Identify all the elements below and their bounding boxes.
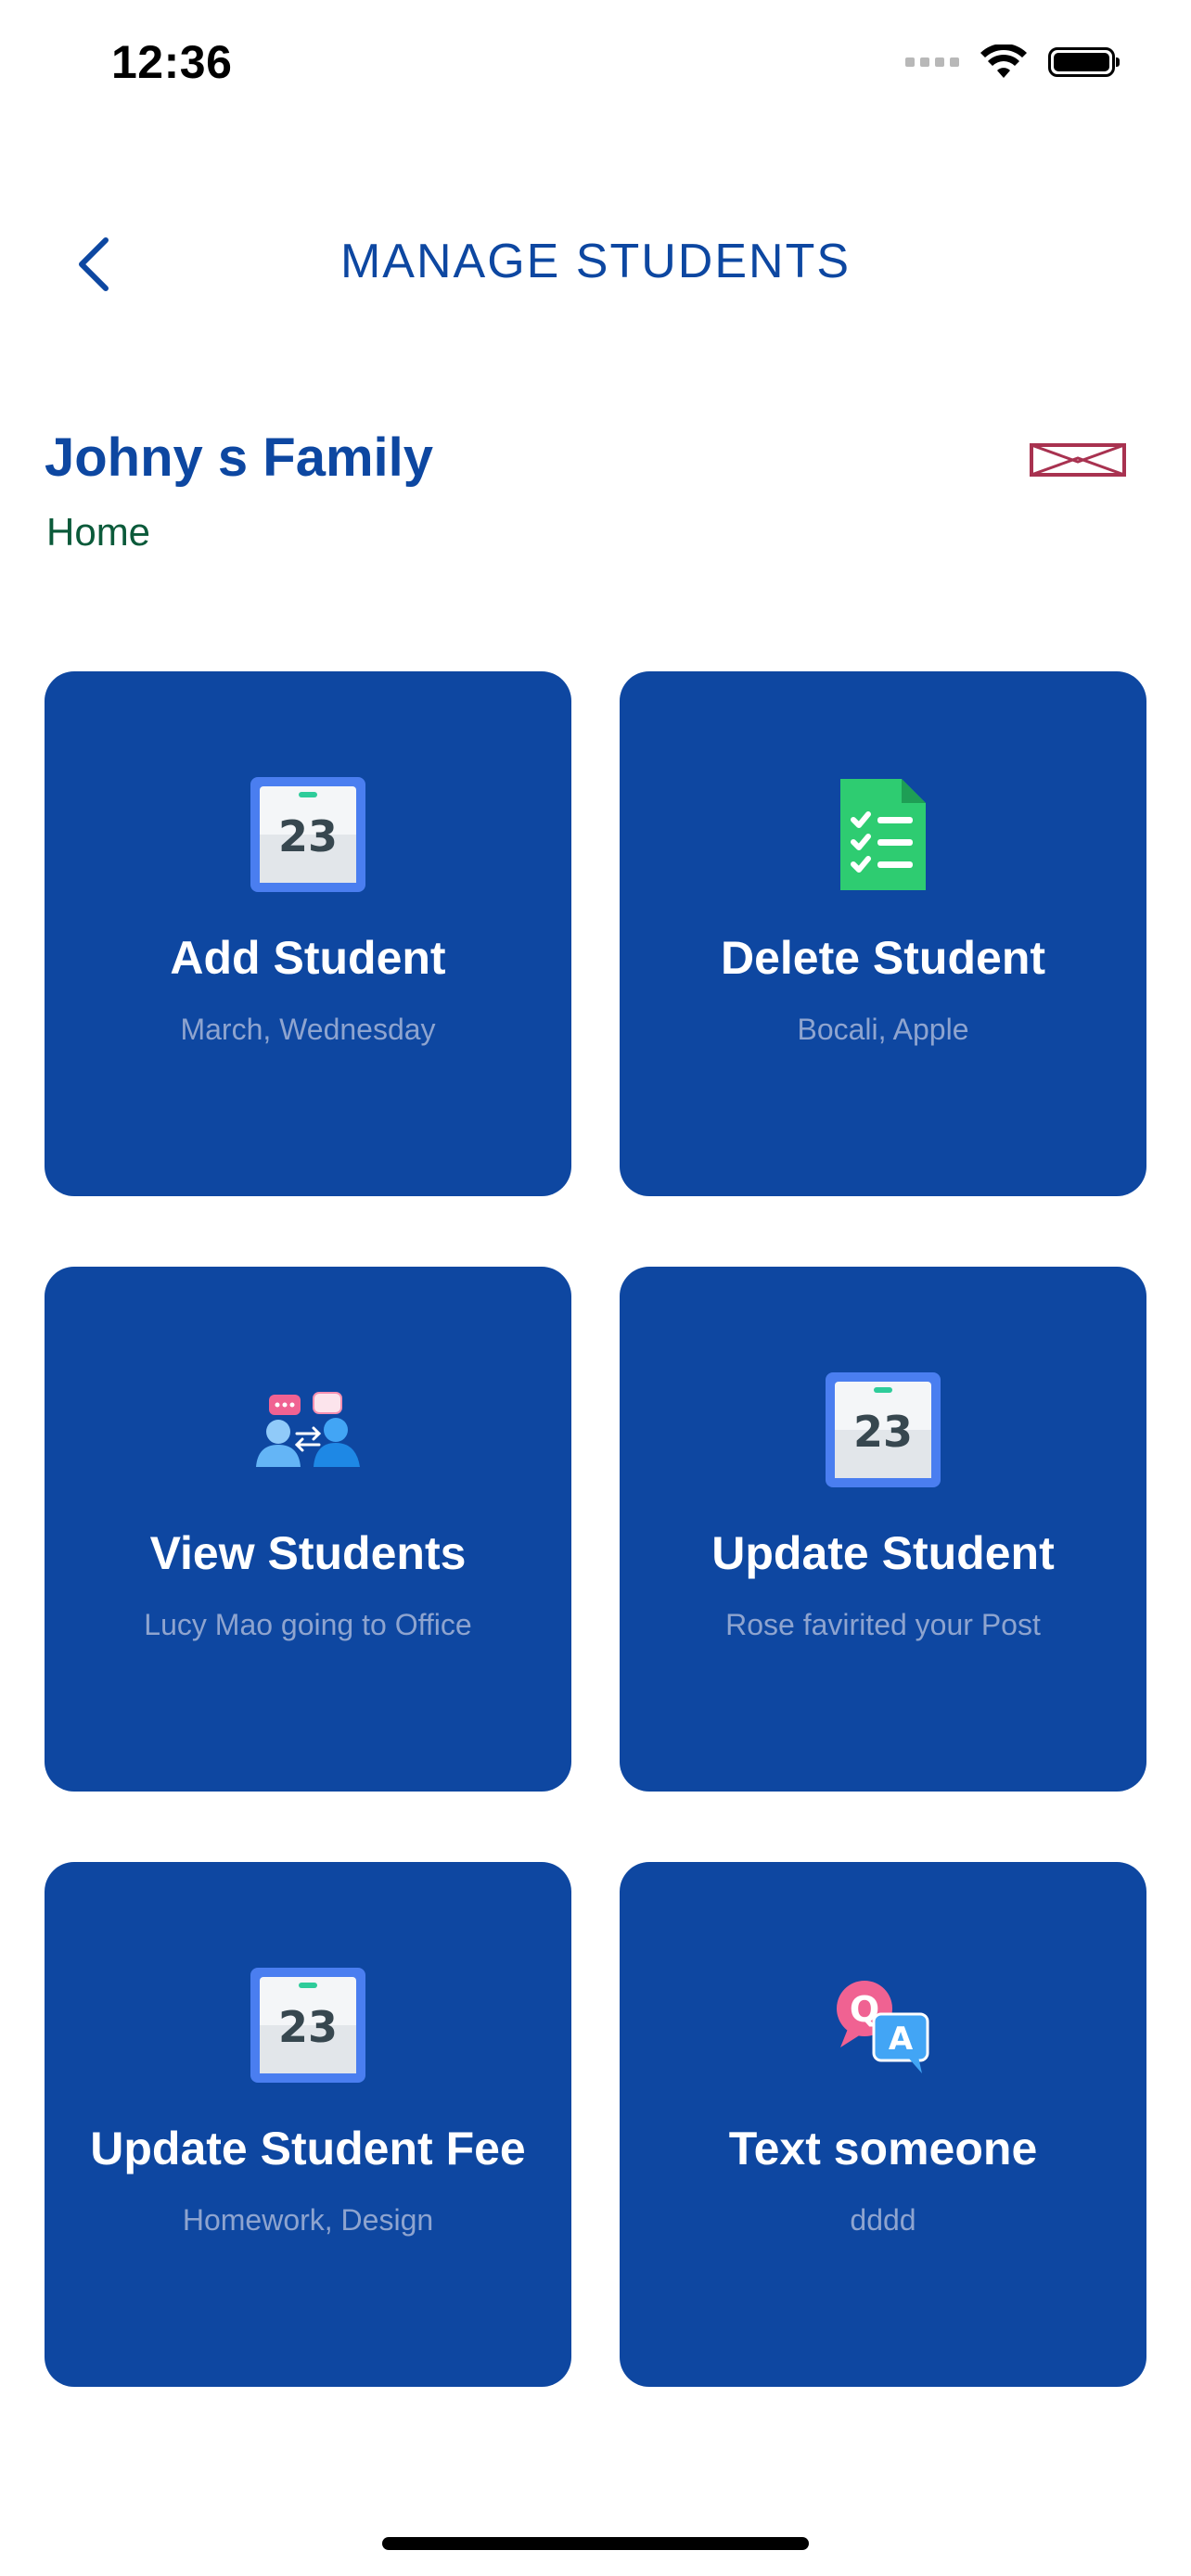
broken-image-icon[interactable]: [1030, 443, 1126, 477]
nav-header: MANAGE STUDENTS: [0, 213, 1191, 315]
svg-text:23: 23: [278, 2002, 338, 2052]
svg-text:23: 23: [853, 1407, 913, 1457]
card-title: Update Student: [711, 1527, 1055, 1579]
signal-icon: [905, 57, 959, 67]
card-title: View Students: [149, 1527, 467, 1579]
family-subtitle: Home: [46, 510, 151, 554]
card-text-someone[interactable]: Q A Text someone dddd: [620, 1862, 1146, 2387]
card-subtitle: Lucy Mao going to Office: [144, 1608, 472, 1641]
home-indicator[interactable]: [382, 2537, 809, 2550]
svg-text:A: A: [889, 2021, 914, 2058]
card-title: Delete Student: [720, 932, 1046, 984]
card-update-student[interactable]: 23 Update Student Rose favirited your Po…: [620, 1267, 1146, 1792]
people-chat-icon: [256, 1392, 360, 1467]
page-title: MANAGE STUDENTS: [339, 235, 852, 288]
card-title: Add Student: [170, 932, 446, 984]
card-title: Update Student Fee: [90, 2123, 526, 2174]
checklist-document-icon: [840, 779, 926, 890]
card-subtitle: Bocali, Apple: [797, 1013, 969, 1046]
calendar-icon: 23: [250, 777, 365, 892]
svg-text:23: 23: [278, 811, 338, 861]
family-name: Johny s Family: [45, 427, 434, 488]
card-delete-student[interactable]: Delete Student Bocali, Apple: [620, 671, 1146, 1196]
status-bar: 12:36: [0, 0, 1191, 139]
calendar-icon: 23: [250, 1968, 365, 2083]
calendar-icon: 23: [826, 1372, 941, 1487]
status-time: 12:36: [111, 36, 233, 88]
card-title: Text someone: [728, 2123, 1038, 2174]
qa-chat-icon: Q A: [837, 1981, 929, 2073]
card-add-student[interactable]: 23 Add Student March, Wednesday: [45, 671, 571, 1196]
screen: 12:36 MANAGE STUDENTS Johny s Family Hom…: [0, 0, 1191, 2576]
card-subtitle: Homework, Design: [182, 2203, 434, 2237]
card-subtitle: March, Wednesday: [180, 1013, 436, 1046]
status-icons: [905, 45, 1120, 80]
card-view-students[interactable]: View Students Lucy Mao going to Office: [45, 1267, 571, 1792]
battery-icon: [1048, 47, 1120, 77]
card-subtitle: dddd: [850, 2203, 916, 2237]
card-update-student-fee[interactable]: 23 Update Student Fee Homework, Design: [45, 1862, 571, 2387]
card-subtitle: Rose favirited your Post: [725, 1608, 1041, 1641]
wifi-icon: [980, 45, 1027, 78]
